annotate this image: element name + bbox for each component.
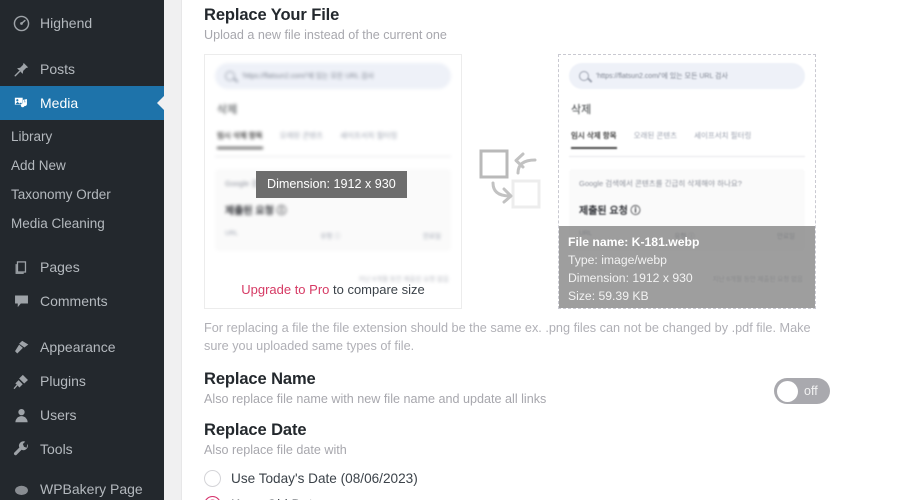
preview-tab: 임시 삭제 항목 — [571, 131, 617, 140]
sidebar-item-label: WPBakery Page — [40, 481, 143, 497]
sidebar-item-label: Tools — [40, 441, 73, 457]
swap-icon — [477, 146, 543, 217]
media-submenu: Library Add New Taxonomy Order Media Cle… — [0, 120, 164, 245]
sidebar-item-plugins[interactable]: Plugins — [0, 365, 164, 399]
upgrade-to-pro-note: Upgrade to Pro to compare size — [205, 282, 461, 297]
sidebar-item-posts[interactable]: Posts — [0, 52, 164, 86]
sidebar-item-label: Plugins — [40, 373, 86, 389]
brush-icon — [11, 338, 31, 358]
sidebar-item-media-cleaning[interactable]: Media Cleaning — [0, 210, 164, 239]
search-icon — [225, 71, 235, 81]
preview-question: Google 검색에서 콘텐츠를 긴급히 삭제해야 하나요? — [579, 179, 742, 188]
radio-use-todays-date[interactable]: Use Today's Date (08/06/2023) — [204, 470, 830, 488]
preview-heading: 삭제 — [217, 104, 238, 116]
replace-date-title: Replace Date — [204, 421, 307, 440]
sidebar-item-pages[interactable]: Pages — [0, 251, 164, 285]
file-size: Size: 59.39 KB — [568, 288, 649, 303]
replace-file-helper-text: For replacing a file the file extension … — [204, 321, 811, 354]
sidebar-item-label: Posts — [40, 60, 76, 77]
current-file-preview[interactable]: 'https://flatsun2.com/'에 있는 모든 URL 검사 삭제… — [204, 54, 462, 309]
file-name: File name: K-181.webp — [568, 235, 700, 249]
dashboard-icon — [11, 13, 31, 33]
replace-name-section: Replace Name Also replace file name with… — [204, 370, 830, 406]
admin-sidebar: Highend Posts Media Library Add New Taxo… — [0, 0, 164, 500]
toggle-state-label: off — [804, 384, 818, 399]
replace-date-section: Replace Date Also replace file date with… — [204, 421, 830, 500]
sidebar-item-media[interactable]: Media — [0, 86, 164, 120]
preview-tab: 오래된 콘텐츠 — [633, 131, 678, 140]
page-subtitle: Upload a new file instead of the current… — [204, 28, 447, 42]
preview-search-bar: 'https://flatsun2.com/'에 있는 모든 URL 검사 — [569, 63, 805, 89]
plug-icon — [11, 372, 31, 392]
swap-files-control[interactable] — [462, 54, 558, 309]
sidebar-gutter — [164, 0, 182, 500]
search-icon — [579, 71, 589, 81]
user-icon — [11, 406, 31, 426]
preview-tab: 세이프서치 필터링 — [694, 131, 752, 140]
replace-name-toggle[interactable]: off — [774, 378, 830, 405]
preview-column: 유형 ⓘ — [320, 233, 341, 240]
preview-tabs: 임시 삭제 항목 오래된 콘텐츠 세이프서치 필터링 — [217, 130, 461, 141]
sidebar-item-label: Appearance — [40, 339, 116, 355]
sidebar-item-wpbakery-page[interactable]: WPBakery Page — [0, 473, 164, 500]
file-info-overlay: File name: K-181.webp Type: image/webp D… — [559, 226, 815, 308]
preview-search-bar: 'https://flatsun2.com/'에 있는 모든 URL 검사 — [215, 63, 451, 89]
sidebar-item-label: Pages — [40, 259, 80, 275]
radio-icon-selected — [204, 496, 221, 500]
wrench-icon — [11, 440, 31, 460]
dimension-tooltip: Dimension: 1912 x 930 — [256, 171, 407, 198]
sidebar-item-appearance[interactable]: Appearance — [0, 331, 164, 365]
wordpress-admin-screen: Highend Posts Media Library Add New Taxo… — [0, 0, 900, 500]
upgrade-note-rest: to compare size — [329, 282, 425, 297]
comment-icon — [11, 292, 31, 312]
toggle-knob — [777, 380, 798, 402]
preview-subheading: 제출된 요청 ⓘ — [225, 206, 287, 217]
preview-search-text: 'https://flatsun2.com/'에 있는 모든 URL 검사 — [242, 73, 374, 80]
sidebar-item-label: Comments — [40, 293, 108, 309]
file-compare-row: 'https://flatsun2.com/'에 있는 모든 URL 검사 삭제… — [204, 54, 900, 309]
replace-date-options: Use Today's Date (08/06/2023) Keep Old D… — [204, 470, 830, 500]
preview-divider — [569, 156, 805, 157]
preview-search-text: 'https://flatsun2.com/'에 있는 모든 URL 검사 — [596, 73, 728, 80]
new-file-preview[interactable]: 'https://flatsun2.com/'에 있는 모든 URL 검사 삭제… — [558, 54, 816, 309]
preview-columns: URL 유형 ⓘ 만료일 — [225, 230, 441, 240]
preview-tab: 세이프서치 필터링 — [340, 131, 398, 140]
main-content: Replace Your File Upload a new file inst… — [182, 0, 900, 500]
radio-label: Use Today's Date (08/06/2023) — [231, 471, 418, 487]
pages-icon — [11, 258, 31, 278]
sidebar-item-taxonomy-order[interactable]: Taxonomy Order — [0, 181, 164, 210]
sidebar-item-comments[interactable]: Comments — [0, 285, 164, 319]
replace-date-subtitle: Also replace file date with — [204, 443, 347, 458]
sidebar-item-highend[interactable]: Highend — [0, 6, 164, 40]
file-dimension: Dimension: 1912 x 930 — [568, 270, 693, 285]
sidebar-item-label: Highend — [40, 14, 93, 31]
preview-tab-underline — [217, 147, 263, 149]
replace-name-title: Replace Name — [204, 370, 316, 389]
preview-heading: 삭제 — [571, 104, 592, 116]
preview-tabs: 임시 삭제 항목 오래된 콘텐츠 세이프서치 필터링 — [571, 130, 815, 141]
replace-name-subtitle: Also replace file name with new file nam… — [204, 392, 547, 407]
sidebar-item-users[interactable]: Users — [0, 399, 164, 433]
preview-column: URL — [225, 230, 239, 237]
preview-column: 만료일 — [423, 233, 441, 240]
sidebar-item-add-new[interactable]: Add New — [0, 152, 164, 181]
preview-tab: 오래된 콘텐츠 — [279, 131, 324, 140]
wpbakery-icon — [11, 480, 31, 500]
file-type: Type: image/webp — [568, 252, 667, 267]
media-icon — [11, 93, 31, 113]
pin-icon — [11, 59, 31, 79]
preview-tab-underline — [571, 147, 617, 149]
sidebar-item-label: Media — [40, 94, 79, 111]
sidebar-item-label: Users — [40, 407, 77, 423]
page-title: Replace Your File — [204, 6, 340, 24]
radio-icon — [204, 470, 221, 488]
preview-tab: 임시 삭제 항목 — [217, 131, 263, 140]
sidebar-item-library[interactable]: Library — [0, 123, 164, 152]
sidebar-item-tools[interactable]: Tools — [0, 433, 164, 467]
upgrade-to-pro-link[interactable]: Upgrade to Pro — [241, 282, 329, 297]
radio-keep-old-date[interactable]: Keep Old Date — [204, 496, 830, 500]
preview-divider — [215, 156, 451, 157]
preview-subheading: 제출된 요청 ⓘ — [579, 206, 641, 217]
